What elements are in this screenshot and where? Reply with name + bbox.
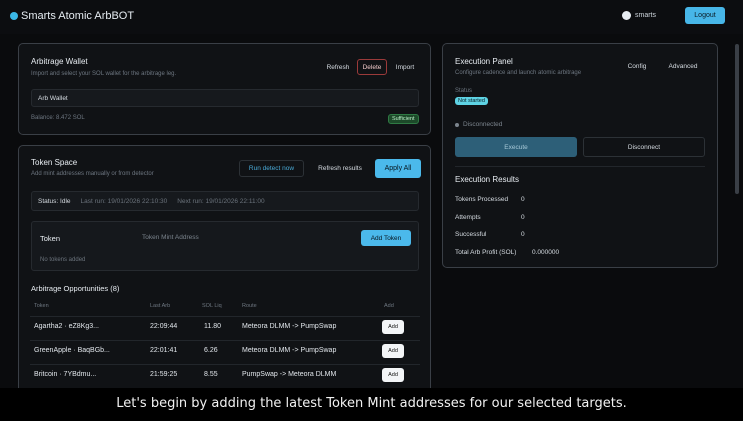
app-brand: Smarts Atomic ArbBOT (10, 10, 134, 22)
wallet-balance: Balance: 8.472 SOL (31, 115, 85, 121)
execution-panel: Execution Panel Configure cadence and la… (442, 43, 718, 268)
results-label: Tokens Processed (455, 196, 509, 203)
token-cell: Britcoin · 7YBdmu... (34, 371, 97, 378)
config-button[interactable]: Config (621, 59, 653, 74)
sol-liq-cell: 8.55 (204, 371, 218, 378)
detector-last-run: Last run: 19/01/2026 22:10:30 (80, 197, 168, 205)
column-header: Route (242, 303, 257, 309)
connection-dot-icon (455, 122, 459, 127)
logout-button[interactable]: Logout (685, 7, 725, 24)
results-row: Total Arb Profit (SOL) 0.000000 (455, 249, 705, 256)
execution-title: Execution Panel (455, 57, 513, 66)
wallet-import-button[interactable]: Import (391, 60, 419, 74)
wallet-delete-button[interactable]: Delete (357, 59, 387, 75)
user-avatar-icon (622, 11, 631, 20)
token-mint-input[interactable]: Token Mint Address (142, 234, 199, 241)
advanced-button[interactable]: Advanced (661, 59, 705, 74)
wallet-status-badge: Sufficient (388, 114, 419, 124)
column-header: Token (34, 303, 49, 309)
table-row: GreenApple · BaqBGb... 22:01:41 6.26 Met… (30, 340, 420, 362)
column-header: SOL Liq (202, 303, 222, 309)
execution-status-badge: Not started (455, 97, 488, 105)
no-tokens-text: No tokens added (40, 257, 86, 263)
add-opportunity-button[interactable]: Add (382, 368, 404, 382)
username: smarts (635, 12, 656, 19)
results-value: 0 (521, 196, 525, 203)
last-arb-cell: 21:59:25 (150, 371, 178, 378)
token-space-title: Token Space (31, 158, 78, 167)
app-title: Smarts Atomic ArbBOT (21, 10, 135, 22)
last-arb-cell: 22:09:44 (150, 323, 178, 330)
results-title: Execution Results (455, 175, 520, 184)
token-label: Token (40, 234, 61, 243)
column-header: Last Arb (150, 303, 171, 309)
table-row: Britcoin · 7YBdmu... 21:59:25 8.55 PumpS… (30, 364, 420, 386)
add-token-box: Token Token Mint Address Add Token No to… (31, 221, 419, 271)
token-space-subtitle: Add mint addresses manually or from dete… (31, 171, 154, 177)
execution-subtitle: Configure cadence and launch atomic arbi… (455, 70, 582, 76)
opportunities-title: Arbitrage Opportunities (8) (31, 284, 120, 293)
opportunities-table: Token Last Arb SOL Liq Route Add Agartha… (30, 303, 420, 393)
top-bar: Smarts Atomic ArbBOT smarts Logout (0, 0, 743, 34)
video-caption: Let's begin by adding the latest Token M… (116, 396, 627, 411)
wallet-refresh-button[interactable]: Refresh (322, 60, 354, 74)
route-cell: PumpSwap -> Meteora DLMM (242, 371, 337, 378)
table-row: Agartha2 · eZ8Kg3... 22:09:44 11.80 Mete… (30, 316, 420, 338)
table-header: Token Last Arb SOL Liq Route Add (30, 303, 420, 313)
route-cell: Meteora DLMM -> PumpSwap (242, 323, 337, 330)
user-menu[interactable]: smarts (622, 11, 656, 20)
connection-status: Disconnected (455, 121, 502, 128)
wallet-select[interactable]: Arb Wallet (31, 89, 419, 107)
apply-all-button[interactable]: Apply All (375, 159, 421, 178)
add-opportunity-button[interactable]: Add (382, 344, 404, 358)
logo-icon (10, 12, 18, 20)
detector-status-bar: Status: Idle Last run: 19/01/2026 22:10:… (31, 191, 419, 211)
page-scrollbar[interactable] (735, 44, 739, 194)
results-label: Attempts (455, 214, 481, 221)
token-cell: Agartha2 · eZ8Kg3... (34, 323, 99, 330)
results-row: Successful 0 (455, 231, 525, 238)
column-header: Add (384, 303, 394, 309)
wallet-title: Arbitrage Wallet (31, 57, 88, 66)
wallet-subtitle: Import and select your SOL wallet for th… (31, 71, 177, 77)
refresh-results-button[interactable]: Refresh results (310, 160, 370, 177)
sol-liq-cell: 6.26 (204, 347, 218, 354)
results-value: 0 (521, 214, 525, 221)
detector-status: Status: Idle (38, 197, 71, 205)
disconnect-button[interactable]: Disconnect (583, 137, 705, 157)
results-divider (455, 166, 705, 167)
results-row: Attempts 0 (455, 214, 525, 221)
add-opportunity-button[interactable]: Add (382, 320, 404, 334)
sol-liq-cell: 11.80 (204, 323, 221, 330)
detector-next-run: Next run: 19/01/2026 22:11:00 (177, 197, 265, 205)
results-label: Total Arb Profit (SOL) (455, 249, 517, 256)
results-value: 0.000000 (532, 249, 560, 256)
wallet-panel: Arbitrage Wallet Import and select your … (18, 43, 431, 135)
results-row: Tokens Processed 0 (455, 196, 525, 203)
execution-status-label: Status (455, 88, 473, 94)
last-arb-cell: 22:01:41 (150, 347, 178, 354)
route-cell: Meteora DLMM -> PumpSwap (242, 347, 337, 354)
add-token-button[interactable]: Add Token (361, 230, 411, 246)
results-value: 0 (521, 231, 525, 238)
connection-text: Disconnected (463, 121, 503, 128)
token-cell: GreenApple · BaqBGb... (34, 347, 110, 354)
results-label: Successful (455, 231, 487, 238)
execute-button[interactable]: Execute (455, 137, 577, 157)
run-detect-button[interactable]: Run detect now (239, 160, 304, 177)
